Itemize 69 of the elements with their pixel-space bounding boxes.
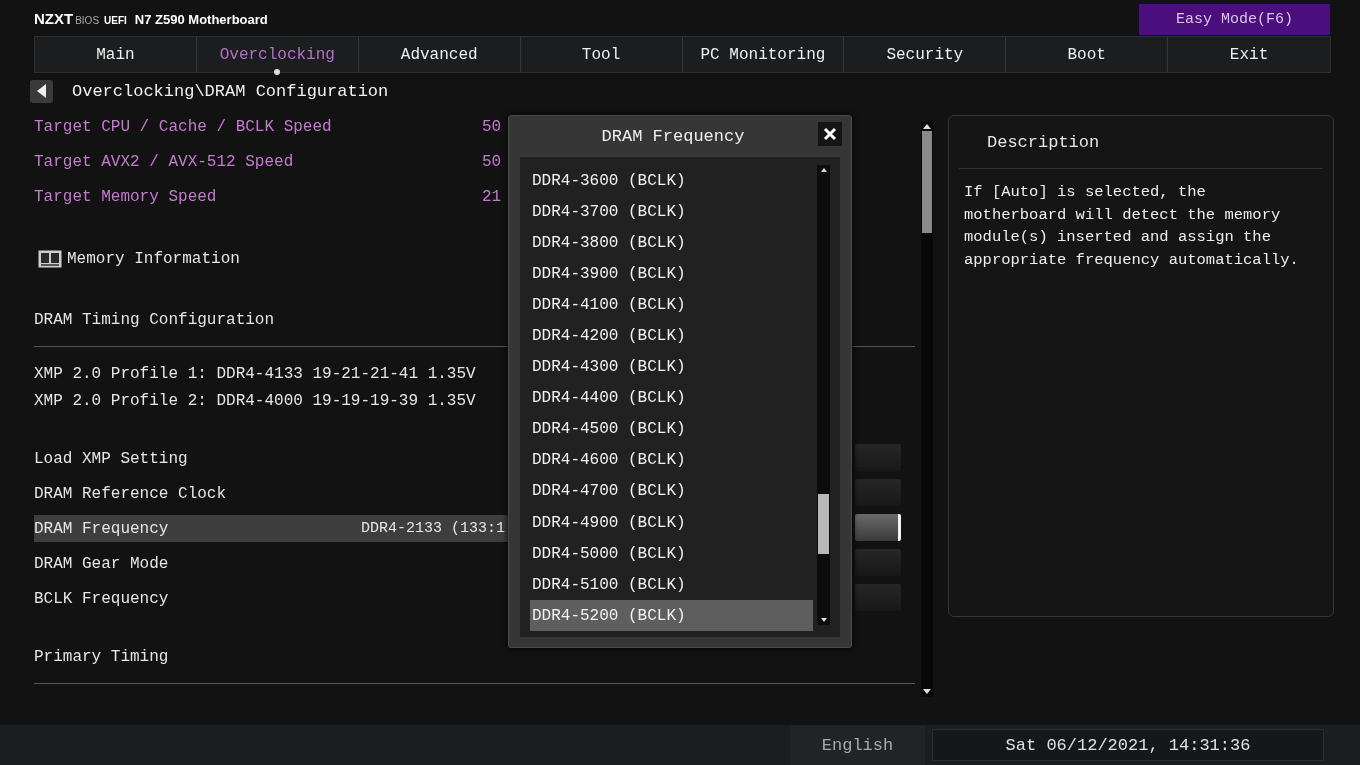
menu-tab[interactable]: Advanced <box>358 37 521 72</box>
close-button[interactable] <box>818 122 842 146</box>
option-item[interactable]: DDR4-4700 (BCLK) <box>530 475 813 508</box>
option-item[interactable]: DDR4-4100 (BCLK) <box>530 289 813 321</box>
setting-value: 50 <box>482 152 502 171</box>
value-field[interactable] <box>855 444 901 471</box>
setting-value: 21 <box>482 187 502 206</box>
scroll-up-icon[interactable] <box>820 168 827 172</box>
board-name: N7 Z590 Motherboard <box>134 12 268 27</box>
scrollbar-thumb[interactable] <box>922 131 932 233</box>
setting-row[interactable]: BCLK Frequency <box>34 585 508 612</box>
breadcrumb-path: Overclocking\DRAM Configuration <box>72 81 389 101</box>
option-item[interactable]: DDR4-3600 (BCLK) <box>530 165 813 197</box>
menu-tab[interactable]: PC Monitoring <box>682 37 845 72</box>
option-item[interactable]: DDR4-3900 (BCLK) <box>530 258 813 290</box>
option-item[interactable]: DDR4-4900 (BCLK) <box>530 507 813 539</box>
menu-tab[interactable]: Main <box>35 37 197 72</box>
option-item[interactable]: DDR4-3800 (BCLK) <box>530 227 813 259</box>
info-text: XMP 2.0 Profile 1: DDR4-4133 19-21-21-41 1.35V <box>34 364 476 383</box>
back-icon <box>36 84 47 98</box>
option-item[interactable]: DDR4-5000 (BCLK) <box>530 538 813 570</box>
easy-mode-button[interactable]: Easy Mode(F6) <box>1139 4 1330 35</box>
menu-tab[interactable]: Overclocking <box>196 37 359 72</box>
uefi-label: UEFI <box>104 15 127 26</box>
brand-logo: NZXT <box>34 10 74 27</box>
menu-tab[interactable]: Security <box>844 37 1007 72</box>
section-heading: DRAM Timing Configuration <box>34 311 275 329</box>
memory-book-icon <box>38 249 62 268</box>
value-field[interactable] <box>855 479 901 506</box>
setting-label: Target CPU / Cache / BCLK Speed <box>34 117 333 136</box>
setting-row[interactable]: DRAM Reference Clock <box>34 480 508 507</box>
setting-row[interactable]: DRAM Frequency DDR4-2133 (133:1 <box>34 515 508 542</box>
close-icon <box>823 127 837 141</box>
description-title: Description <box>959 116 1323 169</box>
setting-row[interactable]: Load XMP Setting <box>34 445 508 472</box>
option-item[interactable]: DDR4-4600 (BCLK) <box>530 444 813 476</box>
scroll-up-icon[interactable] <box>923 124 931 129</box>
bios-label: BIOS <box>75 15 100 26</box>
scrollbar-thumb[interactable] <box>818 494 829 554</box>
date-time: Sat 06/12/2021, 14:31:36 <box>932 729 1324 761</box>
description-text: If [Auto] is selected, the motherboard will detect the memory module(s) inserted and assign the appropriate frequency automatically. <box>964 182 1300 272</box>
value-field[interactable] <box>855 584 901 611</box>
back-button[interactable] <box>30 79 53 103</box>
scroll-down-icon[interactable] <box>820 618 827 622</box>
menu-tab[interactable]: Boot <box>1006 37 1169 72</box>
dialog-title: DRAM Frequency <box>601 127 745 146</box>
option-item[interactable]: DDR4-4300 (BCLK) <box>530 351 813 383</box>
option-item[interactable]: DDR4-4200 (BCLK) <box>530 320 813 352</box>
value-field[interactable] <box>855 549 901 576</box>
setting-value: 50 <box>482 117 502 136</box>
option-item[interactable]: DDR4-5200 (BCLK) <box>530 600 813 632</box>
value-field[interactable] <box>855 514 901 541</box>
info-text: XMP 2.0 Profile 2: DDR4-4000 19-19-19-39 1.35V <box>34 391 476 410</box>
option-item[interactable]: DDR4-4400 (BCLK) <box>530 382 813 414</box>
option-item[interactable]: DDR4-4500 (BCLK) <box>530 413 813 445</box>
section-heading: Primary Timing <box>34 648 169 666</box>
setting-label: Target Memory Speed <box>34 187 218 206</box>
tab-indicator-dot <box>274 69 281 75</box>
scrollbar[interactable] <box>817 165 830 625</box>
menu-tab[interactable]: Tool <box>520 37 683 72</box>
option-item[interactable]: DDR4-5100 (BCLK) <box>530 569 813 601</box>
option-item[interactable]: DDR4-3700 (BCLK) <box>530 196 813 228</box>
setting-label: Target AVX2 / AVX-512 Speed <box>34 152 295 171</box>
menu-tab[interactable]: Exit <box>1168 37 1330 72</box>
submenu-link[interactable]: Memory Information <box>34 241 240 276</box>
setting-row[interactable]: DRAM Gear Mode <box>34 550 508 577</box>
language-selector[interactable]: English <box>790 725 925 765</box>
scrollbar[interactable] <box>921 122 933 697</box>
scroll-down-icon[interactable] <box>923 689 931 694</box>
